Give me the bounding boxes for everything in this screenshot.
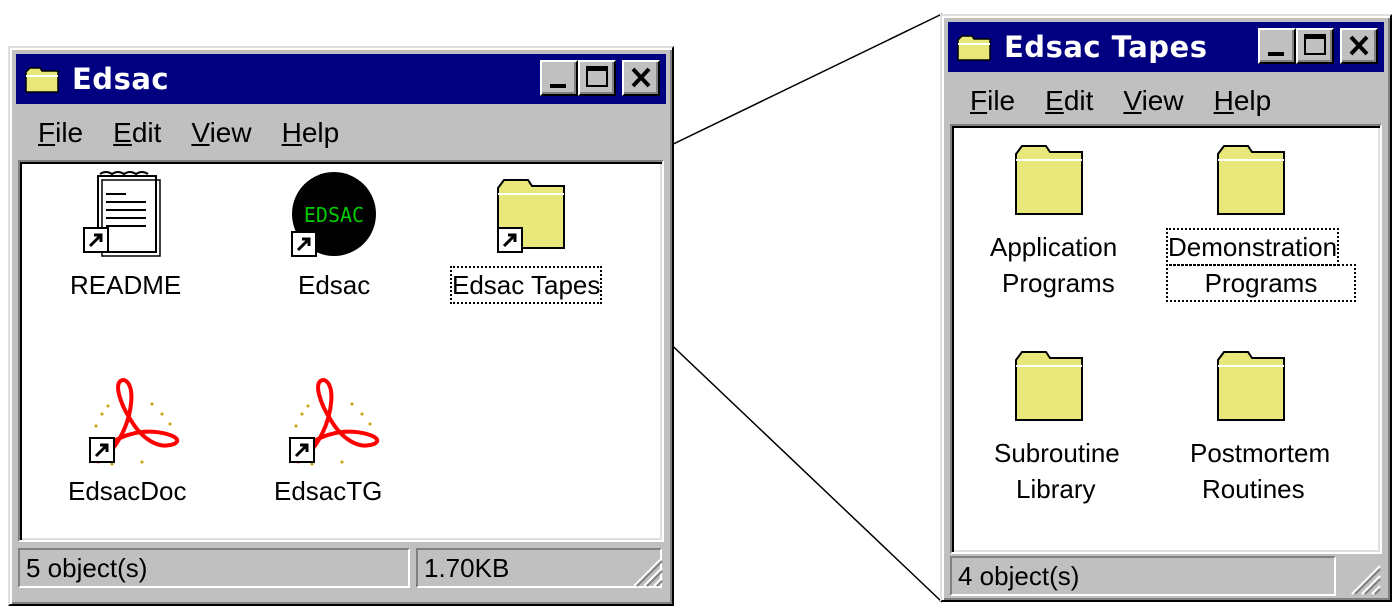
file-label: Edsac [298,270,371,300]
resize-grip-icon[interactable] [628,552,664,588]
status-object-count: 4 object(s) [950,556,1336,596]
folder-label-line2: Routines [1202,474,1305,504]
edsac-logo-text: EDSAC [304,203,364,227]
menu-bar: File Edit View Help [16,108,666,158]
folder-label-line1: Application [990,232,1118,262]
acrobat-pdf-shortcut-icon [89,377,179,466]
folder-label-line2: Programs [1166,264,1356,302]
close-icon [1349,35,1369,56]
title-bar[interactable]: Edsac Tapes [948,22,1384,72]
menu-help-accelerator: H [1213,85,1234,116]
folder-icon [25,67,59,93]
folder-label-line1: Demonstration [1165,228,1340,266]
edsac-window[interactable]: Edsac File Edit View Help README EDSAC E… [8,46,674,606]
window-title: Edsac [72,62,170,96]
menu-view-rest: iew [209,117,252,148]
menu-edit[interactable]: Edit [1045,84,1093,118]
status-object-count: 5 object(s) [18,548,410,588]
folder-icon [1015,351,1083,421]
minimize-icon [550,84,566,88]
menu-edit-accelerator: E [113,117,132,148]
acrobat-pdf-shortcut-icon [289,377,379,466]
window-title: Edsac Tapes [1004,30,1208,64]
file-label: README [70,270,182,300]
folder-icon [1217,145,1285,215]
folder-list-view[interactable]: Application Programs Demonstration Progr… [950,124,1382,554]
folder-icon [1015,145,1083,215]
file-label: EdsacDoc [68,476,187,506]
file-label: EdsacTG [274,476,383,506]
edsac-tapes-window[interactable]: Edsac Tapes File Edit View Help Applicat… [940,14,1392,602]
menu-view-accelerator: V [191,117,210,148]
minimize-icon [1268,52,1284,56]
close-button[interactable] [1340,28,1378,64]
folder-label-line2: Library [1016,474,1096,504]
file-label-selected: Edsac Tapes [449,266,603,304]
close-icon [631,67,651,88]
menu-edit[interactable]: Edit [113,116,161,150]
menu-file-accelerator: F [38,117,56,148]
resize-grip-icon[interactable] [1346,560,1382,596]
status-bar: 5 object(s) 1.70KB [16,548,666,590]
file-list-view[interactable]: README EDSAC Edsac Edsac Tapes EdsacDoc … [18,160,664,542]
folder-label-line2: Programs [1002,268,1115,298]
folder-label-line1: Subroutine [994,438,1120,468]
menu-view-accelerator: V [1123,85,1142,116]
minimize-button[interactable] [1258,28,1296,64]
menu-file[interactable]: File [970,84,1015,118]
menu-view[interactable]: View [1123,84,1183,118]
close-button[interactable] [622,60,660,96]
menu-edit-accelerator: E [1045,85,1064,116]
menu-help-rest: elp [1233,85,1272,116]
menu-help[interactable]: Help [1214,84,1272,118]
maximize-button[interactable] [578,60,616,96]
status-size: 1.70KB [416,548,662,588]
menu-edit-rest: dit [131,117,162,148]
menu-help-rest: elp [301,117,340,148]
menu-file[interactable]: File [38,116,83,150]
maximize-icon [1304,34,1326,55]
menu-file-rest: ile [987,85,1016,116]
menu-help[interactable]: Help [282,116,340,150]
menu-file-accelerator: F [970,85,988,116]
folder-icon [957,35,991,61]
menu-file-rest: ile [55,117,84,148]
folder-icon [1217,351,1285,421]
maximize-button[interactable] [1296,28,1334,64]
folder-label-line1: Postmortem [1190,438,1331,468]
text-document-shortcut-icon [83,171,161,257]
edsac-app-shortcut-icon: EDSAC [291,172,376,257]
folder-shortcut-icon [497,179,565,253]
title-bar[interactable]: Edsac [16,54,666,104]
menu-view[interactable]: View [191,116,251,150]
maximize-icon [586,66,608,87]
status-bar: 4 object(s) [948,556,1384,598]
menu-edit-rest: dit [1063,85,1094,116]
minimize-button[interactable] [540,60,578,96]
menu-help-accelerator: H [281,117,302,148]
menu-bar: File Edit View Help [948,76,1384,126]
menu-view-rest: iew [1141,85,1184,116]
